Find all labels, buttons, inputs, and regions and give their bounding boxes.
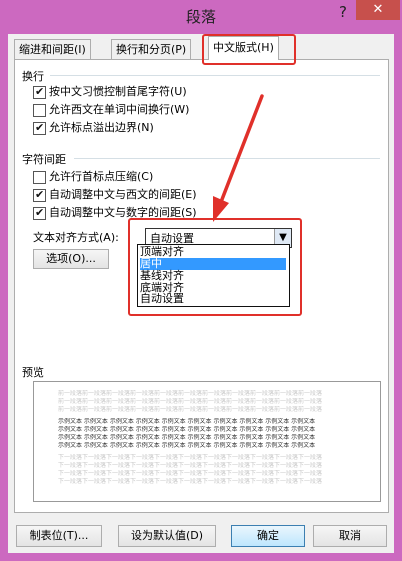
preview-sample-text: 示例文本 示例文本 示例文本 示例文本 示例文本 示例文本 示例文本 示例文本 …	[58, 418, 316, 425]
preview-next-paragraph: 下一段落下一段落下一段落下一段落下一段落下一段落下一段落下一段落下一段落下一段落…	[58, 454, 323, 461]
preview-sample-text: 示例文本 示例文本 示例文本 示例文本 示例文本 示例文本 示例文本 示例文本 …	[58, 442, 316, 449]
checkbox-checked[interactable]	[33, 205, 46, 220]
help-button[interactable]: ?	[335, 4, 351, 20]
ok-button[interactable]: 确定	[231, 525, 305, 547]
preview-next-paragraph: 下一段落下一段落下一段落下一段落下一段落下一段落下一段落下一段落下一段落下一段落…	[58, 478, 323, 485]
preview-sample-text: 示例文本 示例文本 示例文本 示例文本 示例文本 示例文本 示例文本 示例文本 …	[58, 426, 316, 433]
preview-next-paragraph: 下一段落下一段落下一段落下一段落下一段落下一段落下一段落下一段落下一段落下一段落…	[58, 470, 323, 477]
checkbox-checked[interactable]	[33, 84, 46, 99]
checkbox-unchecked[interactable]	[33, 171, 46, 184]
checkbox-checked[interactable]	[33, 187, 46, 202]
checkbox-label: 允许西文在单词中间换行(W)	[49, 103, 190, 116]
preview-prev-paragraph: 前一段落前一段落前一段落前一段落前一段落前一段落前一段落前一段落前一段落前一段落…	[58, 390, 323, 397]
close-button[interactable]: ✕	[356, 0, 400, 20]
tabs-button[interactable]: 制表位(T)...	[16, 525, 102, 547]
preview-sample-text: 示例文本 示例文本 示例文本 示例文本 示例文本 示例文本 示例文本 示例文本 …	[58, 434, 316, 441]
checkbox-label: 按中文习惯控制首尾字符(U)	[49, 85, 187, 98]
checkbox-unchecked[interactable]	[33, 104, 46, 117]
char-spacing-heading: 字符间距	[22, 153, 66, 166]
checkbox-label: 允许标点溢出边界(N)	[49, 121, 154, 134]
section-divider	[50, 75, 380, 76]
preview-prev-paragraph: 前一段落前一段落前一段落前一段落前一段落前一段落前一段落前一段落前一段落前一段落…	[58, 398, 323, 405]
annotation-highlight-dropdown	[128, 218, 302, 316]
set-default-button[interactable]: 设为默认值(D)	[118, 525, 216, 547]
tab-asian-typography[interactable]: 中文版式(H)	[208, 36, 279, 60]
tab-indent-spacing[interactable]: 缩进和间距(I)	[14, 39, 91, 59]
tab-line-page-breaks[interactable]: 换行和分页(P)	[111, 39, 192, 59]
checkbox-label: 允许行首标点压缩(C)	[49, 170, 154, 183]
cancel-button[interactable]: 取消	[313, 525, 387, 547]
section-divider	[74, 158, 380, 159]
line-break-heading: 换行	[22, 70, 44, 83]
preview-box: 前一段落前一段落前一段落前一段落前一段落前一段落前一段落前一段落前一段落前一段落…	[33, 381, 381, 502]
title-bar: 段落 ? ✕	[0, 0, 402, 34]
preview-prev-paragraph: 前一段落前一段落前一段落前一段落前一段落前一段落前一段落前一段落前一段落前一段落…	[58, 406, 323, 413]
checkbox-label: 自动调整中文与西文的间距(E)	[49, 188, 197, 201]
checkbox-checked[interactable]	[33, 120, 46, 135]
preview-heading: 预览	[22, 366, 44, 379]
options-button[interactable]: 选项(O)...	[33, 249, 109, 269]
preview-next-paragraph: 下一段落下一段落下一段落下一段落下一段落下一段落下一段落下一段落下一段落下一段落…	[58, 462, 323, 469]
text-align-label: 文本对齐方式(A):	[33, 231, 119, 244]
